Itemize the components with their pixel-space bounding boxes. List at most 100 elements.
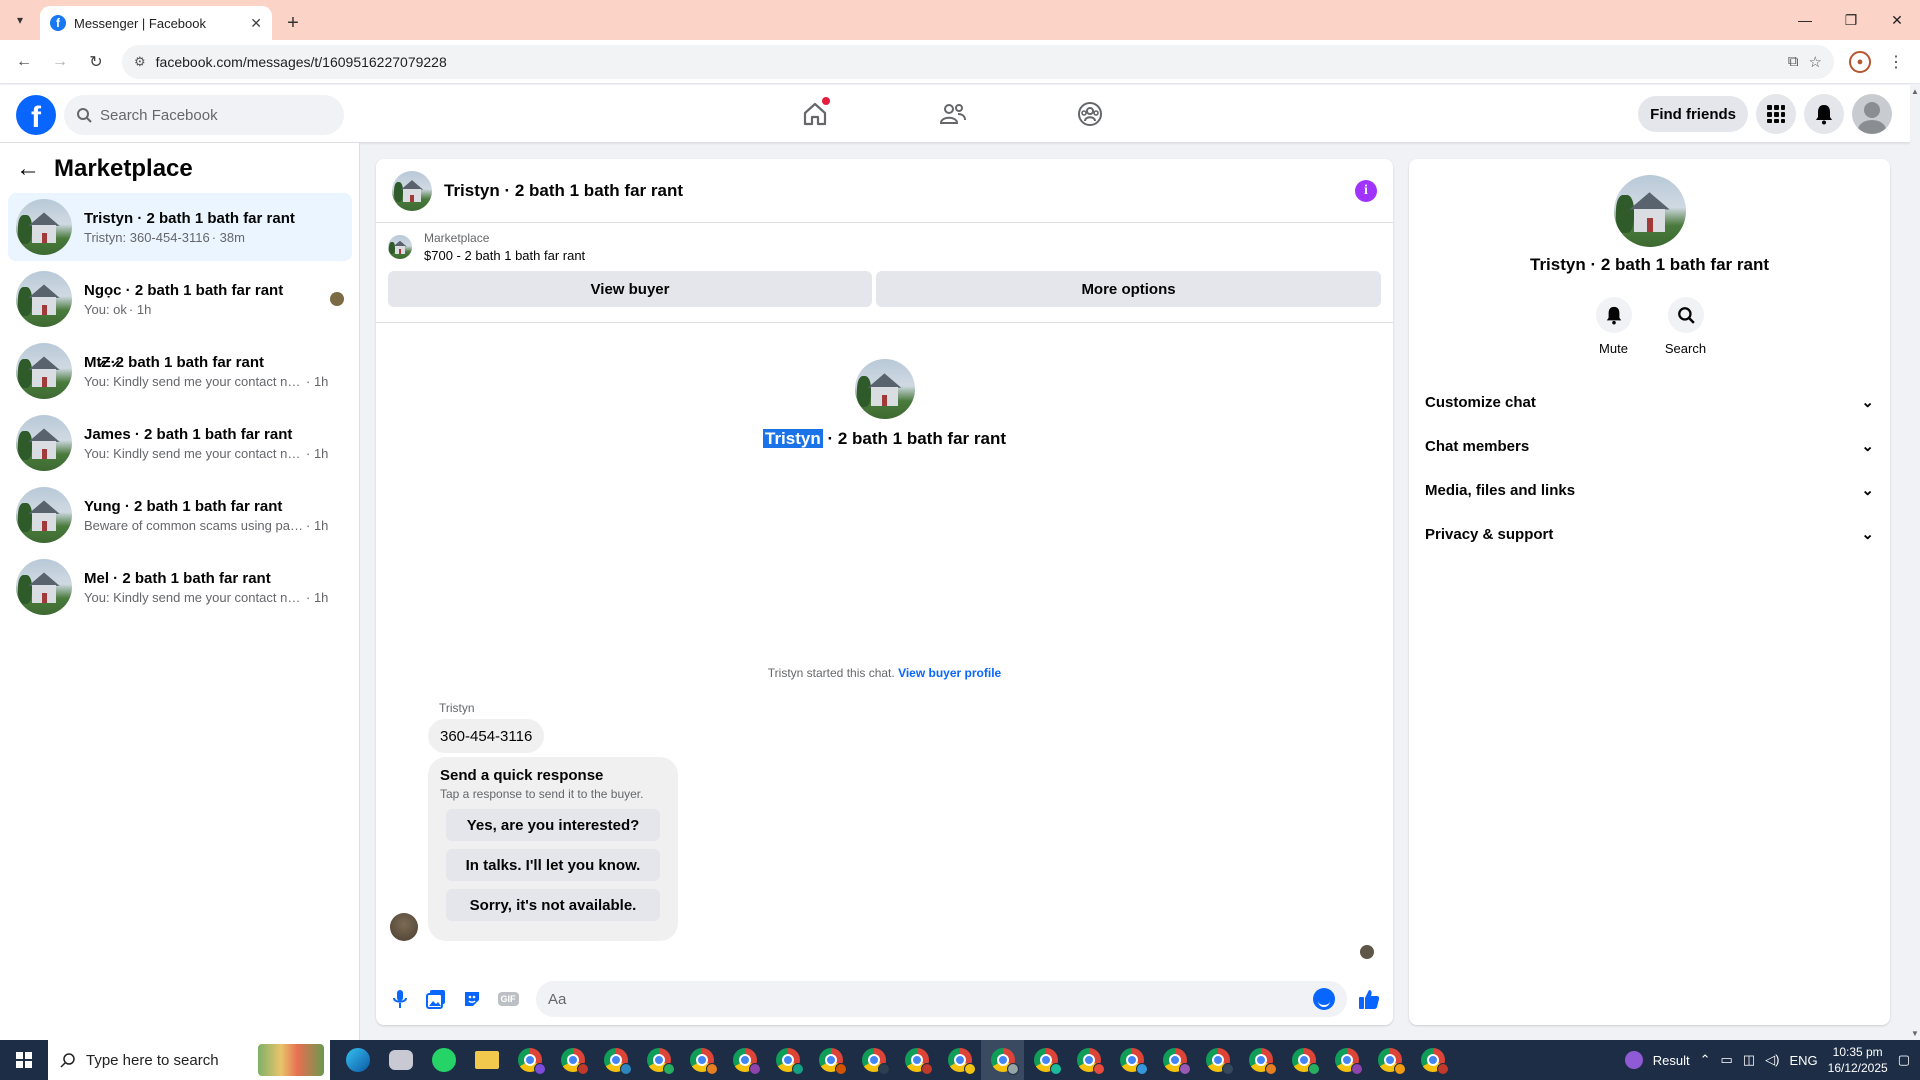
gif-icon[interactable]: GIF xyxy=(494,985,522,1013)
scroll-down-arrow-icon[interactable]: ▼ xyxy=(1911,1029,1919,1038)
chat-members-section[interactable]: Chat members ⌄ xyxy=(1409,424,1890,468)
chrome-profile-icon[interactable] xyxy=(895,1040,938,1080)
chrome-profile-icon[interactable] xyxy=(938,1040,981,1080)
chrome-profile-icon[interactable] xyxy=(1153,1040,1196,1080)
start-button[interactable] xyxy=(0,1040,48,1080)
site-info-icon[interactable]: ⚙ xyxy=(134,54,146,70)
conversation-item[interactable]: Yung · 2 bath 1 bath far rant Beware of … xyxy=(8,481,352,549)
conversation-item[interactable]: Mel · 2 bath 1 bath far rant You: Kindly… xyxy=(8,553,352,621)
clock[interactable]: 10:35 pm 16/12/2025 xyxy=(1828,1044,1888,1076)
tab-search-icon[interactable]: ▾ xyxy=(0,0,40,40)
friends-icon[interactable] xyxy=(936,97,970,131)
details-avatar[interactable] xyxy=(1613,175,1686,247)
chrome-profile-icon[interactable] xyxy=(1282,1040,1325,1080)
tab-close-icon[interactable]: ✕ xyxy=(250,15,262,32)
account-avatar[interactable] xyxy=(1852,94,1892,134)
notification-center-icon[interactable]: ▢ xyxy=(1898,1052,1910,1068)
facebook-search-input[interactable]: Search Facebook xyxy=(64,95,344,135)
conversation-name: Ngọc · 2 bath 1 bath far rant xyxy=(84,281,284,299)
address-bar[interactable]: ⚙ facebook.com/messages/t/16095162270792… xyxy=(122,44,1834,79)
thumbs-up-icon[interactable] xyxy=(1355,985,1383,1013)
chrome-profile-icon[interactable] xyxy=(723,1040,766,1080)
language-indicator[interactable]: ENG xyxy=(1789,1053,1817,1068)
chrome-profile-icon[interactable] xyxy=(766,1040,809,1080)
chrome-profile-icon[interactable] xyxy=(1368,1040,1411,1080)
install-app-icon[interactable]: ⧉ xyxy=(1788,53,1799,70)
facebook-logo-icon[interactable]: f xyxy=(16,95,56,135)
page-scrollbar[interactable]: ▲ ▼ xyxy=(1910,85,1920,1040)
view-buyer-button[interactable]: View buyer xyxy=(388,271,873,307)
restore-button[interactable]: ❐ xyxy=(1828,0,1874,40)
quick-response-option[interactable]: Yes, are you interested? xyxy=(446,809,660,841)
message-input[interactable]: Aa xyxy=(536,981,1347,1017)
battery-icon[interactable]: ▭ xyxy=(1721,1052,1733,1068)
chrome-profile-icon[interactable] xyxy=(1110,1040,1153,1080)
chat-title[interactable]: Tristyn · 2 bath 1 bath far rant xyxy=(444,181,1343,201)
notifications-bell-icon[interactable] xyxy=(1804,94,1844,134)
chrome-profile-icon[interactable] xyxy=(809,1040,852,1080)
info-icon[interactable]: i xyxy=(1355,179,1377,202)
photo-gallery-icon[interactable] xyxy=(422,985,450,1013)
network-icon[interactable]: ◫ xyxy=(1743,1052,1755,1068)
conversation-item[interactable]: Mt̷Ƶ·̷2 bath 1 bath far rant You: Kindly… xyxy=(8,337,352,405)
file-explorer-icon[interactable] xyxy=(465,1040,508,1080)
chrome-profile-icon[interactable] xyxy=(551,1040,594,1080)
result-label[interactable]: Result xyxy=(1653,1053,1690,1068)
chat-intro-profile: Tristyn · 2 bath 1 bath far rant xyxy=(376,359,1393,449)
mute-button[interactable]: Mute xyxy=(1595,297,1632,356)
chrome-profile-icon[interactable] xyxy=(1024,1040,1067,1080)
chrome-profile-icon[interactable] xyxy=(1067,1040,1110,1080)
back-arrow-icon[interactable]: ← xyxy=(16,155,40,183)
volume-icon[interactable]: ◁) xyxy=(1765,1052,1779,1068)
clock-time: 10:35 pm xyxy=(1832,1045,1883,1059)
message-bubble[interactable]: 360-454-3116 xyxy=(428,719,545,753)
chrome-profile-icon[interactable] xyxy=(594,1040,637,1080)
chevron-up-icon[interactable]: ⌃ xyxy=(1700,1052,1711,1068)
close-window-button[interactable]: ✕ xyxy=(1874,0,1920,40)
bell-icon xyxy=(1595,297,1632,333)
groups-icon[interactable] xyxy=(1073,97,1107,131)
quick-response-option[interactable]: Sorry, it's not available. xyxy=(446,889,660,921)
reload-button[interactable]: ↻ xyxy=(80,46,112,78)
conversation-item[interactable]: Ngọc · 2 bath 1 bath far rant You: ok · 1… xyxy=(8,265,352,333)
microphone-icon[interactable] xyxy=(386,985,414,1013)
find-friends-button[interactable]: Find friends xyxy=(1638,96,1748,132)
whatsapp-icon[interactable] xyxy=(422,1040,465,1080)
taskbar-search-box[interactable]: Type here to search xyxy=(48,1040,330,1080)
home-icon[interactable] xyxy=(798,97,832,131)
conversation-item[interactable]: Tristyn · 2 bath 1 bath far rant Tristyn… xyxy=(8,193,352,261)
profile-button[interactable]: ● xyxy=(1844,46,1876,78)
app-icon[interactable] xyxy=(379,1040,422,1080)
bookmark-star-icon[interactable]: ☆ xyxy=(1809,53,1822,71)
chrome-profile-icon[interactable] xyxy=(1411,1040,1454,1080)
new-tab-button[interactable]: + xyxy=(276,6,310,40)
conversation-item[interactable]: James · 2 bath 1 bath far rant You: Kind… xyxy=(8,409,352,477)
more-options-button[interactable]: More options xyxy=(876,271,1381,307)
back-button[interactable]: ← xyxy=(8,46,40,78)
minimize-button[interactable]: — xyxy=(1782,0,1828,40)
search-in-chat-button[interactable]: Search xyxy=(1665,297,1706,356)
chrome-profile-icon[interactable] xyxy=(1325,1040,1368,1080)
chrome-profile-icon[interactable] xyxy=(852,1040,895,1080)
emoji-icon[interactable] xyxy=(1313,988,1335,1010)
chrome-profile-icon[interactable] xyxy=(1196,1040,1239,1080)
privacy-support-section[interactable]: Privacy & support ⌄ xyxy=(1409,512,1890,556)
chrome-profile-icon[interactable] xyxy=(680,1040,723,1080)
browser-menu-icon[interactable]: ⋮ xyxy=(1880,46,1912,78)
edge-icon[interactable] xyxy=(336,1040,379,1080)
view-buyer-profile-link[interactable]: View buyer profile xyxy=(898,666,1001,680)
chrome-profile-icon[interactable] xyxy=(508,1040,551,1080)
app-tray-icon[interactable] xyxy=(1624,1051,1643,1069)
browser-tab[interactable]: f Messenger | Facebook ✕ xyxy=(40,6,272,40)
chrome-profile-icon[interactable] xyxy=(637,1040,680,1080)
forward-button[interactable]: → xyxy=(44,46,76,78)
customize-chat-section[interactable]: Customize chat ⌄ xyxy=(1409,380,1890,424)
quick-response-option[interactable]: In talks. I'll let you know. xyxy=(446,849,660,881)
menu-grid-icon[interactable] xyxy=(1756,94,1796,134)
chat-avatar[interactable] xyxy=(392,170,432,211)
sticker-icon[interactable] xyxy=(458,985,486,1013)
chrome-profile-icon-active[interactable] xyxy=(981,1040,1024,1080)
chrome-profile-icon[interactable] xyxy=(1239,1040,1282,1080)
media-files-links-section[interactable]: Media, files and links ⌄ xyxy=(1409,468,1890,512)
scroll-up-arrow-icon[interactable]: ▲ xyxy=(1911,87,1919,96)
